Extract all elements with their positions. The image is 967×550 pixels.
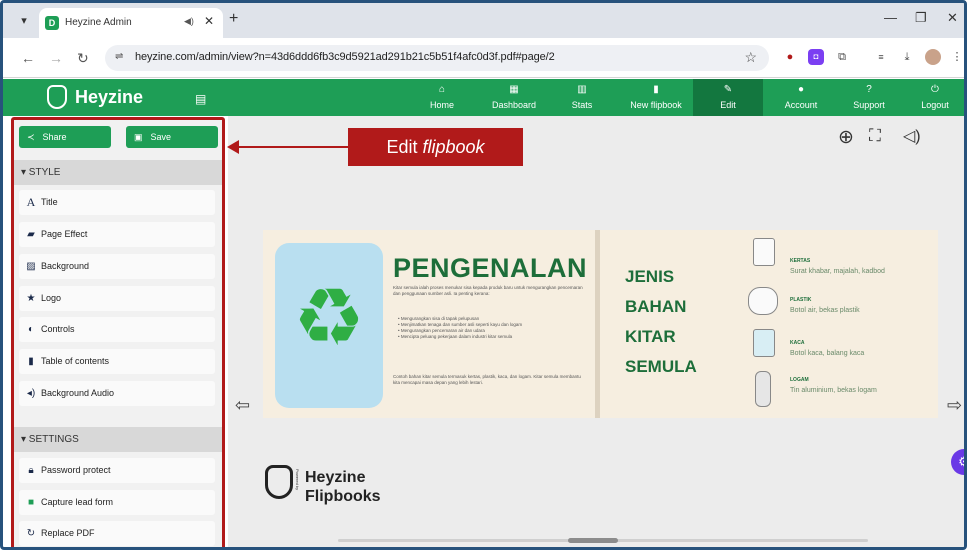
nav-support-label: Support [853,100,885,110]
favicon-icon: D [45,16,59,30]
nav-account-label: Account [784,100,818,110]
site-info-icon[interactable]: ⇌ [115,51,123,62]
newspaper-icon [753,238,775,266]
material-name: LOGAM [790,377,809,383]
home-icon: ⌂ [438,84,446,95]
star-icon[interactable]: ☆ [744,49,757,66]
sidebar-toggle-icon[interactable]: ▤ [195,92,206,106]
bullet-text: Mengurangkan pencemaran air dan udara [400,328,485,333]
powered-by-label: Powered by [295,469,300,491]
extensions-icon[interactable]: ⧉ [834,49,850,65]
extension-red-icon[interactable]: ● [782,49,798,65]
reading-mode-icon[interactable]: ≡ [873,49,889,65]
heading-line: JENIS [625,267,675,286]
heyzine-brand-icon [265,465,293,499]
material-name: KACA [790,340,805,346]
nav-logout[interactable]: ⏻ Logout [909,79,961,116]
nav-edit[interactable]: ✎ Edit [693,79,763,116]
account-icon: ● [797,84,805,95]
material-desc: Surat khabar, majalah, kadbod [790,268,885,275]
new-flipbook-icon: ▮ [653,84,659,95]
nav-new-flipbook[interactable]: ▮ New flipbook [620,79,692,116]
callout-arrow-head [227,140,239,154]
edit-icon: ✎ [723,84,733,95]
close-window-icon[interactable]: ✕ [947,10,958,26]
callout-arrow [235,146,348,148]
page-bullets: • Mengurangkan sisa di tapak pelupusan •… [398,316,588,340]
material-name: KERTAS [790,258,811,264]
material-name: PLASTIK [790,297,812,303]
browser-tab[interactable]: D Heyzine Admin ◀) ✕ [39,8,223,38]
extension-purple-icon[interactable]: ◘ [808,49,824,65]
nav-dashboard[interactable]: ▦ Dashboard [480,79,548,116]
dashboard-icon: ▦ [509,84,519,95]
material-desc: Botol air, bekas plastik [790,307,860,314]
plastic-icon [748,287,778,315]
nav-support[interactable]: ? Support [841,79,897,116]
bullet-text: Mengurangkan sisa di tapak pelupusan [400,316,480,321]
branding-line: Heyzine [305,469,366,486]
annotation-callout: Edit flipbook [348,128,523,166]
minimize-icon[interactable]: — [884,10,897,25]
url-text: heyzine.com/admin/view?n=43d6ddd6fb3c9d5… [135,51,555,63]
sound-icon[interactable]: ◁) [903,126,921,146]
callout-emphasis: flipbook [422,137,485,157]
heyzine-logo-icon [47,85,67,109]
tab-bar: ▾ D Heyzine Admin ◀) ✕ + — ❐ ✕ [3,3,964,38]
material-desc: Botol kaca, balang kaca [790,350,865,357]
nav-home-label: Home [429,100,454,110]
new-tab-icon[interactable]: + [229,10,238,28]
branding-line: Flipbooks [305,488,381,505]
logout-icon: ⏻ [931,84,939,95]
highlight-outline [11,117,225,547]
audio-icon[interactable]: ◀) [184,16,194,27]
close-icon[interactable]: ✕ [204,14,214,28]
support-icon: ? [866,84,872,95]
nav-stats[interactable]: ▥ Stats [560,79,604,116]
material-desc: Tin aluminium, bekas logam [790,387,877,394]
nav-account[interactable]: ● Account [771,79,831,116]
brand-name[interactable]: Heyzine [75,87,143,108]
tab-list-icon[interactable]: ▾ [15,12,33,30]
app-navbar: Heyzine ▤ ⌂ Home ▦ Dashboard ▥ Stats ▮ N… [3,79,964,116]
nav-edit-label: Edit [720,100,736,110]
heading-line: BAHAN [625,297,687,316]
restore-icon[interactable]: ❐ [915,10,927,26]
list-item: • Mencipta peluang pekerjaan dalam indus… [398,334,513,339]
nav-dashboard-label: Dashboard [491,100,537,110]
bullet-text: Mencipta peluang pekerjaan dalam industr… [400,334,513,339]
heading-line: KITAR [625,327,676,346]
bullet-text: Menjimatkan tenaga dan sumber asli seper… [400,322,523,327]
reload-icon[interactable]: ↻ [77,50,89,67]
nav-home[interactable]: ⌂ Home [417,79,467,116]
url-field[interactable]: ⇌ heyzine.com/admin/view?n=43d6ddd6fb3c9… [105,45,769,71]
prev-page-icon[interactable]: ⇦ [235,395,250,416]
right-page-heading: JENIS BAHAN KITAR SEMULA [625,262,697,382]
avatar-icon[interactable] [925,49,941,65]
scrollbar-thumb[interactable] [568,538,618,543]
can-icon [755,371,771,407]
download-icon[interactable]: ⤓ [899,49,915,65]
nav-stats-label: Stats [571,100,593,110]
fullscreen-icon[interactable]: ⛶ [869,126,881,146]
heyzine-branding[interactable]: Heyzine Flipbooks [305,468,381,506]
page-title: PENGENALAN [393,253,588,283]
back-icon[interactable]: ← [21,50,35,66]
nav-logout-label: Logout [921,100,949,110]
next-page-icon[interactable]: ⇨ [947,395,962,416]
page-outro: Contoh bahan kitar semula termasuk kerta… [393,374,581,385]
address-bar: ← → ↻ ⇌ heyzine.com/admin/view?n=43d6ddd… [3,38,964,78]
stats-icon: ▥ [577,84,587,95]
glass-icon [753,329,775,357]
recycle-icon: ♻ [293,273,365,362]
page-intro: Kitar semula ialah proses menukar sisa k… [393,285,583,296]
forward-icon[interactable]: → [49,50,63,66]
kebab-menu-icon[interactable]: ⋮ [949,49,964,65]
callout-text: Edit [386,137,423,157]
browser-window: ▾ D Heyzine Admin ◀) ✕ + — ❐ ✕ ← → ↻ ⇌ h… [0,0,967,550]
nav-new-flipbook-label: New flipbook [630,100,682,110]
heading-line: SEMULA [625,357,697,376]
zoom-in-icon[interactable]: ⊕ [838,126,854,149]
tab-title: Heyzine Admin [65,17,132,28]
